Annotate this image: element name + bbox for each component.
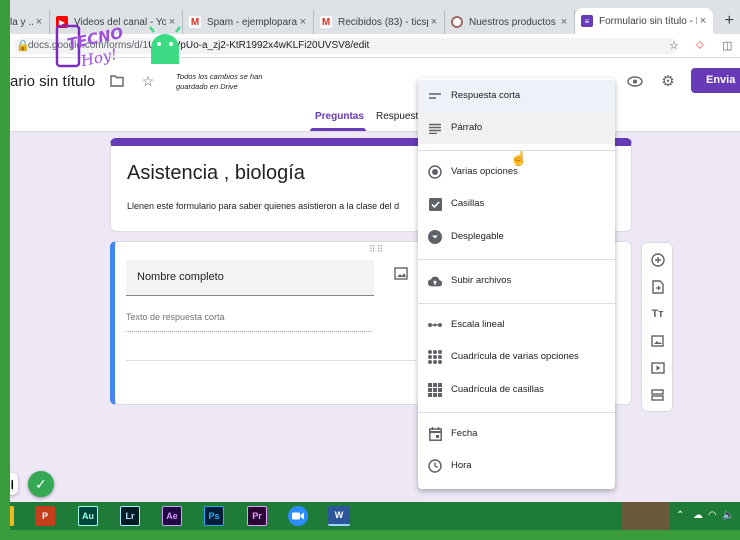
taskbar: P Au Lr Ae Ps Pr W ⌃ ☁ ◠ 🔈 bbox=[10, 502, 740, 530]
clock-icon bbox=[428, 459, 442, 473]
drag-handle-icon[interactable]: ⠿⠿ bbox=[369, 244, 384, 255]
menu-item-dropdown[interactable]: Desplegable bbox=[418, 221, 615, 253]
dropdown-icon bbox=[428, 230, 442, 244]
screen: la y ... × ▶ Videos del canal - YouT... … bbox=[10, 0, 740, 540]
settings-gear-icon[interactable]: ⚙ bbox=[659, 72, 677, 90]
menu-item-multiple-choice[interactable]: Varias opciones bbox=[418, 156, 615, 188]
add-question-icon[interactable] bbox=[650, 252, 665, 267]
tab-label: Recibidos (83) - ticspara... bbox=[338, 16, 428, 28]
menu-item-label: Escala lineal bbox=[451, 319, 505, 330]
tray-arrow-icon[interactable]: ⌃ bbox=[676, 510, 684, 521]
checkbox-grid-icon bbox=[428, 383, 442, 397]
divider bbox=[418, 150, 615, 151]
menu-item-multiple-choice-grid[interactable]: Cuadrícula de varias opciones bbox=[418, 341, 615, 373]
forms-icon: ≡ bbox=[581, 15, 593, 27]
done-check-button[interactable]: ✓ bbox=[28, 471, 54, 497]
audition-icon[interactable]: Au bbox=[78, 506, 98, 526]
add-title-text-icon[interactable]: Tт bbox=[650, 306, 665, 321]
close-icon[interactable]: × bbox=[558, 16, 570, 28]
divider bbox=[126, 360, 416, 361]
extension-icon[interactable]: ⬦ bbox=[696, 39, 704, 52]
new-tab-icon[interactable]: + bbox=[725, 12, 734, 30]
form-description[interactable]: Llenen este formulario para saber quiene… bbox=[127, 201, 417, 211]
menu-item-checkbox-grid[interactable]: Cuadrícula de casillas bbox=[418, 374, 615, 406]
menu-item-label: Desplegable bbox=[451, 231, 504, 242]
menu-item-label: Fecha bbox=[451, 428, 478, 439]
linear-scale-icon bbox=[428, 318, 442, 332]
add-image-icon[interactable] bbox=[650, 333, 665, 348]
premiere-icon[interactable]: Pr bbox=[247, 506, 267, 526]
browser-tab[interactable]: la y ... × bbox=[10, 10, 50, 34]
volume-icon[interactable]: 🔈 bbox=[722, 510, 734, 521]
menu-item-linear-scale[interactable]: Escala lineal bbox=[418, 309, 615, 341]
preview-eye-icon[interactable] bbox=[626, 72, 644, 90]
menu-item-short-answer[interactable]: Respuesta corta bbox=[418, 80, 615, 112]
browser-tab[interactable]: M Recibidos (83) - ticspara... × bbox=[314, 10, 445, 34]
menu-item-label: Cuadrícula de varias opciones bbox=[451, 351, 579, 362]
wifi-icon[interactable]: ◠ bbox=[708, 510, 717, 521]
checkbox-icon bbox=[428, 197, 442, 211]
menu-item-time[interactable]: Hora bbox=[418, 450, 615, 482]
tab-label: la y ... bbox=[10, 16, 33, 28]
calendar-icon bbox=[428, 427, 442, 441]
lock-icon[interactable]: 🔒 bbox=[16, 39, 30, 52]
zoom-icon[interactable] bbox=[288, 506, 308, 526]
tecno-hoy-logo: TECNO Hoy! bbox=[55, 24, 181, 71]
import-questions-icon[interactable] bbox=[650, 279, 665, 294]
paragraph-icon bbox=[428, 121, 442, 135]
taskbar-thumbnail bbox=[622, 502, 670, 530]
divider bbox=[418, 303, 615, 304]
upload-cloud-icon bbox=[428, 274, 442, 288]
tab-label: Nuestros productos - Go... bbox=[469, 16, 558, 28]
menu-item-label: Casillas bbox=[451, 198, 485, 209]
add-section-icon[interactable] bbox=[650, 387, 665, 402]
gmail-icon: M bbox=[320, 16, 332, 28]
send-button[interactable]: Envia bbox=[691, 68, 740, 93]
browser-tab-active[interactable]: ≡ Formulario sin título - Fo... × bbox=[575, 8, 713, 34]
close-icon[interactable]: × bbox=[697, 15, 709, 27]
radio-grid-icon bbox=[428, 350, 442, 364]
word-icon[interactable]: W bbox=[328, 506, 350, 526]
menu-item-label: Párrafo bbox=[451, 122, 483, 133]
after-effects-icon[interactable]: Ae bbox=[162, 506, 182, 526]
divider bbox=[418, 412, 615, 413]
active-tab-indicator bbox=[310, 128, 366, 131]
close-icon[interactable]: × bbox=[428, 16, 440, 28]
short-text-icon bbox=[428, 89, 442, 103]
powerpoint-icon[interactable]: P bbox=[35, 506, 55, 526]
add-image-icon[interactable] bbox=[394, 267, 410, 281]
add-video-icon[interactable] bbox=[650, 360, 665, 375]
tab-questions[interactable]: Preguntas bbox=[315, 111, 364, 122]
close-icon[interactable]: × bbox=[33, 16, 45, 28]
google-icon bbox=[451, 16, 463, 28]
menu-item-file-upload[interactable]: Subir archivos bbox=[418, 265, 615, 297]
form-title[interactable]: Asistencia , biología bbox=[127, 162, 305, 185]
menu-item-paragraph[interactable]: Párrafo ☝ bbox=[418, 112, 615, 166]
tab-label: Formulario sin título - Fo... bbox=[599, 15, 697, 27]
menu-item-checkboxes[interactable]: Casillas bbox=[418, 188, 615, 220]
short-answer-placeholder: Texto de respuesta corta bbox=[126, 312, 371, 332]
close-icon[interactable]: × bbox=[297, 16, 309, 28]
photoshop-icon[interactable]: Ps bbox=[204, 506, 224, 526]
folder-icon[interactable] bbox=[10, 506, 14, 526]
browser-tab[interactable]: Nuestros productos - Go... × bbox=[445, 10, 575, 34]
extension-icon[interactable]: ◫ bbox=[722, 39, 732, 52]
question-type-menu: Respuesta corta Párrafo ☝ Varias opcione… bbox=[418, 78, 615, 489]
lightroom-icon[interactable]: Lr bbox=[120, 506, 140, 526]
menu-item-date[interactable]: Fecha bbox=[418, 418, 615, 450]
bottom-border bbox=[0, 530, 740, 540]
menu-item-label: Varias opciones bbox=[451, 166, 518, 177]
divider bbox=[418, 259, 615, 260]
side-panel-toggle-button[interactable]: ❙ bbox=[10, 473, 18, 495]
tab-label: Spam - ejemplopara123... bbox=[207, 16, 297, 28]
radio-button-icon bbox=[428, 165, 442, 179]
menu-item-label: Hora bbox=[451, 460, 472, 471]
menu-item-label: Cuadrícula de casillas bbox=[451, 384, 544, 395]
cloud-icon[interactable]: ☁ bbox=[693, 510, 703, 521]
menu-item-label: Subir archivos bbox=[451, 275, 512, 286]
bookmark-star-icon[interactable]: ☆ bbox=[669, 39, 679, 52]
question-title-input[interactable]: Nombre completo bbox=[126, 260, 374, 296]
menu-item-label: Respuesta corta bbox=[451, 90, 521, 101]
side-toolbar: Tт bbox=[641, 242, 673, 412]
